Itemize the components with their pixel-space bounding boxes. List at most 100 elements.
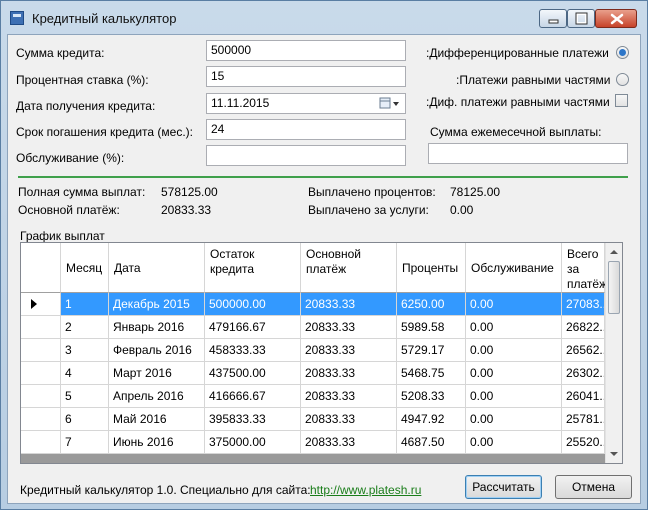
- cell-interest[interactable]: 5208.33: [397, 385, 466, 408]
- amount-label: Сумма кредита:: [16, 46, 105, 60]
- date-picker[interactable]: 11.11.2015: [206, 93, 406, 114]
- cell-service[interactable]: 0.00: [466, 293, 562, 316]
- cell-date[interactable]: Март 2016: [109, 362, 205, 385]
- cell-principal[interactable]: 20833.33: [301, 316, 397, 339]
- cell-interest[interactable]: 4947.92: [397, 408, 466, 431]
- cell-service[interactable]: 0.00: [466, 339, 562, 362]
- cell-balance[interactable]: 437500.00: [205, 362, 301, 385]
- close-icon: [610, 13, 624, 25]
- cell-month[interactable]: 2: [61, 316, 109, 339]
- cell-balance[interactable]: 500000.00: [205, 293, 301, 316]
- site-link[interactable]: http://www.platesh.ru: [310, 483, 421, 497]
- scroll-down-icon[interactable]: [609, 450, 619, 458]
- principal-label: Основной платёж:: [18, 203, 120, 217]
- maximize-button[interactable]: [567, 9, 595, 28]
- cell-date[interactable]: Декабрь 2015: [109, 293, 205, 316]
- schedule-title: График выплат: [20, 229, 105, 243]
- row-header[interactable]: [21, 293, 61, 316]
- cell-total[interactable]: 26822....: [562, 316, 605, 339]
- cell-interest[interactable]: 5468.75: [397, 362, 466, 385]
- row-header[interactable]: [21, 339, 61, 362]
- services-label: Выплачено за услуги:: [308, 203, 429, 217]
- calculate-button[interactable]: Рассчитать: [465, 475, 542, 499]
- cell-month[interactable]: 1: [61, 293, 109, 316]
- col-month-header[interactable]: Месяц: [61, 243, 109, 293]
- cell-interest[interactable]: 5729.17: [397, 339, 466, 362]
- cell-principal[interactable]: 20833.33: [301, 362, 397, 385]
- cell-balance[interactable]: 458333.33: [205, 339, 301, 362]
- cell-service[interactable]: 0.00: [466, 408, 562, 431]
- cell-principal[interactable]: 20833.33: [301, 408, 397, 431]
- service-label: Обслуживание (%):: [16, 151, 125, 165]
- term-input[interactable]: 24: [206, 119, 406, 140]
- cell-interest[interactable]: 4687.50: [397, 431, 466, 454]
- cell-principal[interactable]: 20833.33: [301, 385, 397, 408]
- calculator-icon: [10, 11, 24, 25]
- cell-month[interactable]: 3: [61, 339, 109, 362]
- row-header[interactable]: [21, 431, 61, 454]
- cell-month[interactable]: 6: [61, 408, 109, 431]
- window-title: Кредитный калькулятор: [32, 11, 177, 26]
- minimize-button[interactable]: [539, 9, 567, 28]
- cell-month[interactable]: 4: [61, 362, 109, 385]
- rate-input[interactable]: 15: [206, 66, 406, 87]
- schedule-grid[interactable]: Месяц Дата Остаток кредита Основной плат…: [20, 242, 623, 464]
- rate-label: Процентная ставка (%):: [16, 73, 149, 87]
- cell-date[interactable]: Январь 2016: [109, 316, 205, 339]
- col-date-header[interactable]: Дата: [109, 243, 205, 293]
- amount-input[interactable]: 500000: [206, 40, 406, 61]
- close-button[interactable]: [595, 9, 637, 28]
- diff-equal-label: :Диф. платежи равными частями: [426, 95, 610, 109]
- title-bar[interactable]: Кредитный калькулятор: [1, 1, 647, 35]
- cell-month[interactable]: 7: [61, 431, 109, 454]
- scroll-thumb[interactable]: [608, 261, 620, 314]
- diff-equal-checkbox[interactable]: [615, 94, 628, 107]
- row-header[interactable]: [21, 385, 61, 408]
- row-header[interactable]: [21, 408, 61, 431]
- scroll-up-icon[interactable]: [609, 248, 619, 256]
- col-service-header[interactable]: Обслуживание: [466, 243, 562, 293]
- cell-total[interactable]: 26562....: [562, 339, 605, 362]
- col-principal-header[interactable]: Основной платёж: [301, 243, 397, 293]
- cell-total[interactable]: 25520....: [562, 431, 605, 454]
- current-row-arrow-icon: [31, 299, 37, 309]
- app-window: Кредитный калькулятор Сумма кредита: 500…: [0, 0, 648, 510]
- cell-service[interactable]: 0.00: [466, 362, 562, 385]
- cell-total[interactable]: 25781....: [562, 408, 605, 431]
- cell-balance[interactable]: 479166.67: [205, 316, 301, 339]
- row-header[interactable]: [21, 316, 61, 339]
- cell-date[interactable]: Апрель 2016: [109, 385, 205, 408]
- cell-total[interactable]: 26041....: [562, 385, 605, 408]
- equal-payments-radio[interactable]: [616, 73, 629, 86]
- cell-principal[interactable]: 20833.33: [301, 431, 397, 454]
- vertical-scrollbar[interactable]: [605, 243, 622, 463]
- cell-service[interactable]: 0.00: [466, 431, 562, 454]
- cell-principal[interactable]: 20833.33: [301, 293, 397, 316]
- cell-service[interactable]: 0.00: [466, 316, 562, 339]
- cancel-button[interactable]: Отмена: [555, 475, 632, 499]
- cell-interest[interactable]: 6250.00: [397, 293, 466, 316]
- cell-month[interactable]: 5: [61, 385, 109, 408]
- cell-principal[interactable]: 20833.33: [301, 339, 397, 362]
- total-label: Полная сумма выплат:: [18, 185, 146, 199]
- col-balance-header[interactable]: Остаток кредита: [205, 243, 301, 293]
- cell-date[interactable]: Май 2016: [109, 408, 205, 431]
- cell-total[interactable]: 26302....: [562, 362, 605, 385]
- calendar-dropdown-icon[interactable]: [379, 97, 401, 110]
- cell-date[interactable]: Февраль 2016: [109, 339, 205, 362]
- equal-payments-label: :Платежи равными частями: [456, 73, 611, 87]
- service-input[interactable]: [206, 145, 406, 166]
- cell-balance[interactable]: 416666.67: [205, 385, 301, 408]
- cell-date[interactable]: Июнь 2016: [109, 431, 205, 454]
- col-interest-header[interactable]: Проценты: [397, 243, 466, 293]
- cell-balance[interactable]: 395833.33: [205, 408, 301, 431]
- diff-payments-radio[interactable]: [616, 46, 629, 59]
- cell-balance[interactable]: 375000.00: [205, 431, 301, 454]
- total-value: 578125.00: [161, 185, 218, 199]
- cell-interest[interactable]: 5989.58: [397, 316, 466, 339]
- cell-total[interactable]: 27083....: [562, 293, 605, 316]
- monthly-label: Сумма ежемесечной выплаты:: [430, 125, 602, 139]
- cell-service[interactable]: 0.00: [466, 385, 562, 408]
- row-header[interactable]: [21, 362, 61, 385]
- col-total-header[interactable]: Всего за платёж: [562, 243, 607, 293]
